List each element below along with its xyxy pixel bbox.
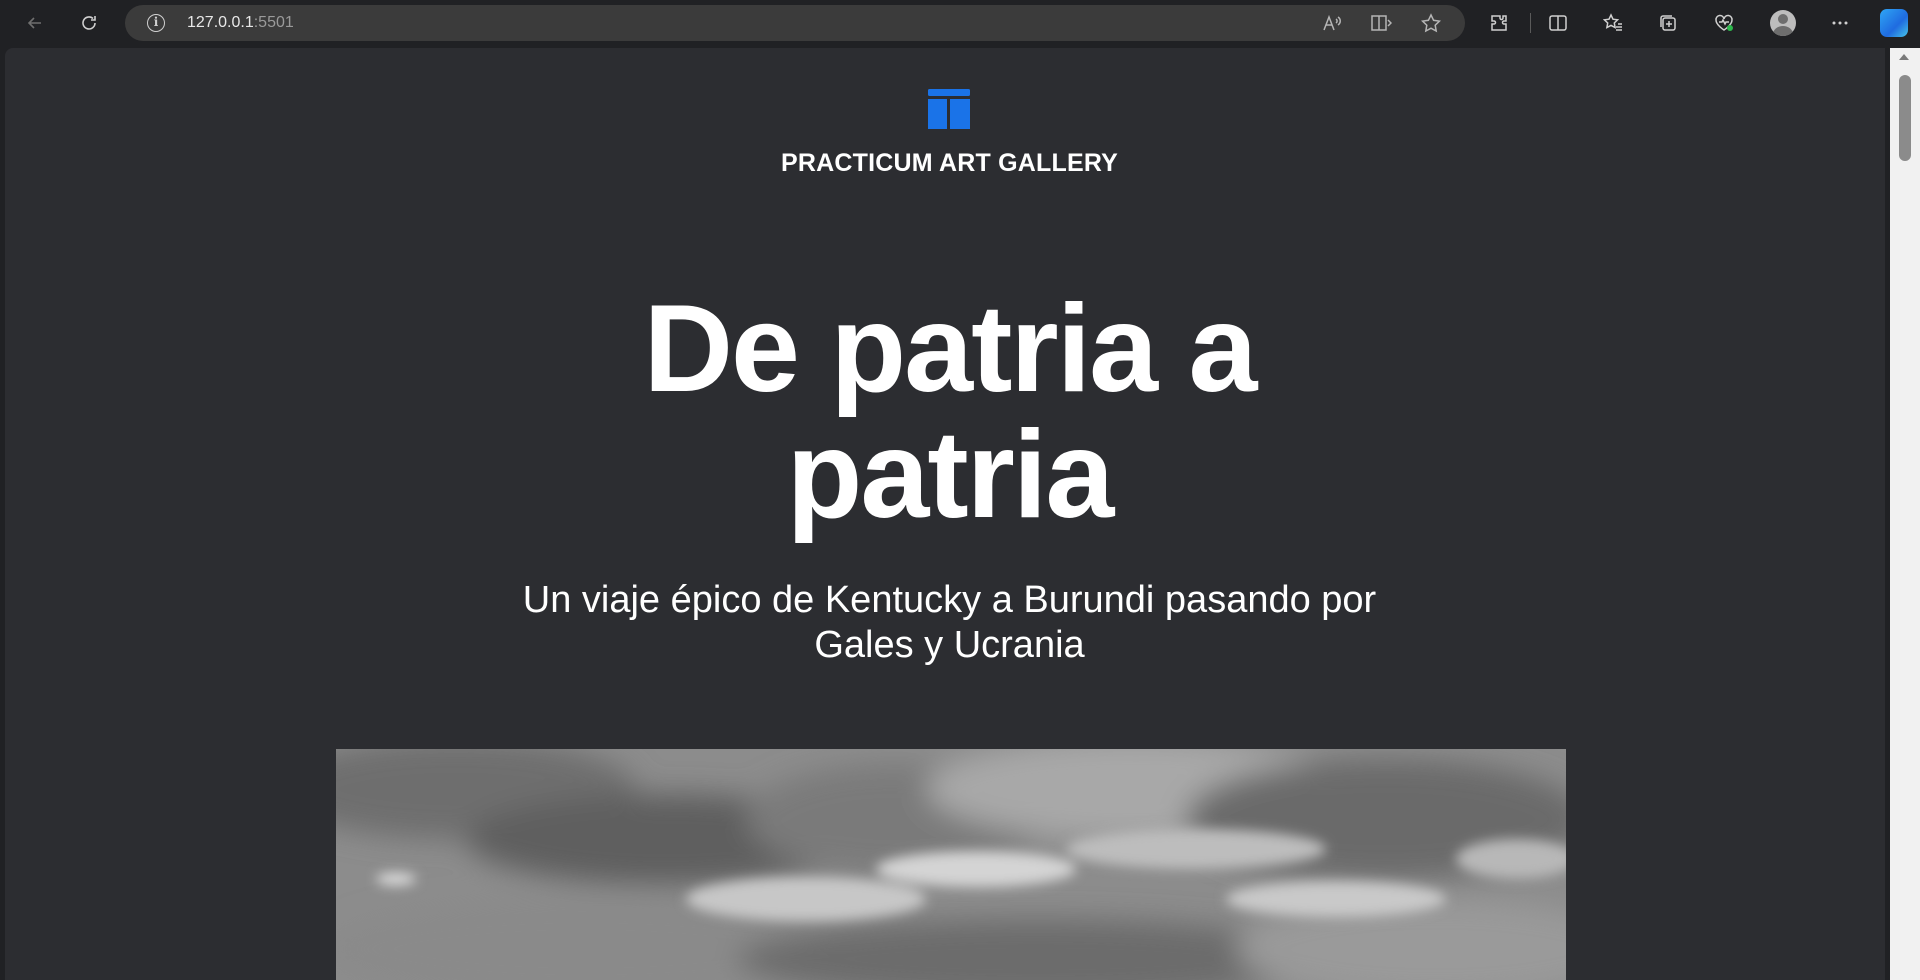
refresh-icon[interactable] (74, 8, 104, 38)
hero-subtitle-line1: Un viaje épico de Kentucky a Burundi pas… (522, 579, 1377, 621)
url-text: 127.0.0.1:5501 (187, 14, 294, 32)
scrollbar-thumb[interactable] (1899, 75, 1911, 161)
more-icon[interactable] (1825, 8, 1855, 38)
page-viewport: PRACTICUM ART GALLERY De patria a patria… (5, 48, 1885, 980)
address-bar[interactable]: i 127.0.0.1:5501 (125, 5, 1465, 41)
url-host: 127.0.0.1 (187, 14, 254, 31)
split-screen-icon[interactable] (1543, 8, 1573, 38)
browser-essentials-icon[interactable] (1709, 8, 1739, 38)
browser-toolbar: i 127.0.0.1:5501 (0, 0, 1920, 46)
extensions-icon[interactable] (1484, 8, 1514, 38)
profile-avatar[interactable] (1770, 10, 1796, 36)
toolbar-separator (1530, 13, 1531, 33)
hero-image (336, 749, 1566, 980)
back-icon[interactable] (20, 8, 50, 38)
hero-subtitle: Un viaje épico de Kentucky a Burundi pas… (485, 578, 1414, 668)
hero-subtitle-line2: Gales y Ucrania (814, 624, 1085, 666)
page-scrollbar[interactable] (1890, 48, 1920, 980)
hero-title-line2: patria (786, 406, 1115, 544)
scroll-up-icon[interactable] (1899, 54, 1909, 60)
url-port: :5501 (253, 14, 294, 31)
gallery-logo-icon (928, 89, 970, 129)
favorites-icon[interactable] (1598, 8, 1628, 38)
cloudy-sky-photo (336, 749, 1566, 980)
brand-name: PRACTICUM ART GALLERY (780, 149, 1119, 177)
immersive-reader-icon[interactable] (1370, 13, 1393, 33)
collections-icon[interactable] (1653, 8, 1683, 38)
site-info-icon[interactable]: i (147, 14, 165, 32)
copilot-icon[interactable] (1880, 9, 1908, 37)
favorite-star-icon[interactable] (1420, 13, 1442, 33)
read-aloud-icon[interactable] (1321, 13, 1343, 33)
hero-title: De patria a patria (5, 286, 1885, 538)
hero-title-line1: De patria a (643, 280, 1257, 418)
